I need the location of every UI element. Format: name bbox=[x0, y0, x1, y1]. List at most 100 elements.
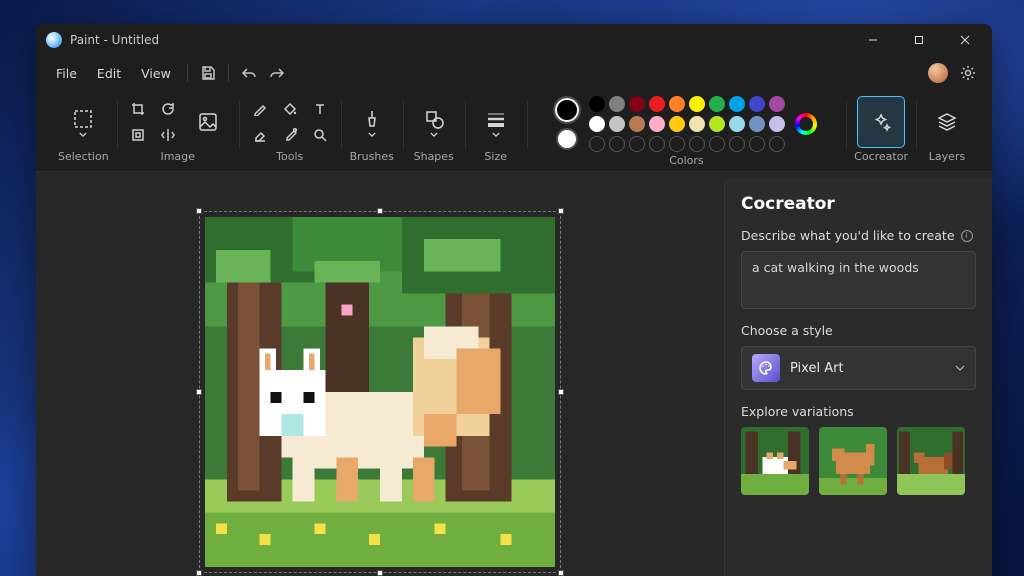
color-swatch[interactable] bbox=[749, 96, 765, 112]
variations-label: Explore variations bbox=[741, 404, 976, 419]
magnifier-tool[interactable] bbox=[307, 124, 333, 146]
resize-handle[interactable] bbox=[196, 389, 202, 395]
color-swatch[interactable] bbox=[769, 116, 785, 132]
layers-button[interactable] bbox=[924, 97, 970, 147]
style-label: Choose a style bbox=[741, 323, 976, 338]
cocreator-panel: Cocreator Describe what you'd like to cr… bbox=[724, 178, 992, 576]
undo-button[interactable] bbox=[235, 59, 263, 87]
custom-color-slot[interactable] bbox=[609, 136, 625, 152]
size-picker[interactable] bbox=[473, 97, 519, 147]
ribbon-shapes: Shapes bbox=[403, 96, 465, 167]
color-swatch[interactable] bbox=[589, 96, 605, 112]
resize-handle[interactable] bbox=[377, 570, 383, 576]
custom-color-slot[interactable] bbox=[729, 136, 745, 152]
ribbon-selection: Selection bbox=[50, 96, 117, 167]
primary-color-swatch[interactable] bbox=[555, 98, 579, 122]
resize-handle[interactable] bbox=[558, 389, 564, 395]
custom-color-slot[interactable] bbox=[749, 136, 765, 152]
fill-tool[interactable] bbox=[277, 98, 303, 120]
variation-thumb[interactable] bbox=[741, 427, 809, 495]
palette-icon bbox=[752, 354, 780, 382]
panel-title: Cocreator bbox=[741, 194, 976, 214]
secondary-color-swatch[interactable] bbox=[556, 128, 578, 150]
style-dropdown[interactable]: Pixel Art bbox=[741, 346, 976, 390]
redo-button[interactable] bbox=[263, 59, 291, 87]
shapes-picker[interactable] bbox=[411, 97, 457, 147]
menu-edit[interactable]: Edit bbox=[87, 62, 131, 85]
crop-button[interactable] bbox=[125, 98, 151, 120]
resize-button[interactable] bbox=[125, 124, 151, 146]
color-swatch[interactable] bbox=[709, 96, 725, 112]
custom-color-slot[interactable] bbox=[669, 136, 685, 152]
variation-thumb[interactable] bbox=[897, 427, 965, 495]
resize-handle[interactable] bbox=[558, 570, 564, 576]
color-swatch[interactable] bbox=[609, 116, 625, 132]
edit-colors-button[interactable] bbox=[795, 113, 817, 135]
custom-color-slot[interactable] bbox=[769, 136, 785, 152]
color-swatch[interactable] bbox=[609, 96, 625, 112]
color-swatch[interactable] bbox=[729, 116, 745, 132]
color-swatch[interactable] bbox=[669, 116, 685, 132]
app-window: Paint - Untitled File Edit View bbox=[36, 24, 992, 576]
description-input[interactable]: a cat walking in the woods bbox=[741, 251, 976, 309]
ribbon-layers: Layers bbox=[916, 96, 978, 167]
custom-color-slot[interactable] bbox=[649, 136, 665, 152]
canvas-area bbox=[36, 172, 724, 576]
paint-app-icon bbox=[46, 32, 62, 48]
resize-handle[interactable] bbox=[196, 208, 202, 214]
resize-handle[interactable] bbox=[196, 570, 202, 576]
canvas[interactable] bbox=[205, 217, 555, 567]
custom-color-slot[interactable] bbox=[689, 136, 705, 152]
divider bbox=[187, 64, 188, 82]
ribbon-tools: Tools bbox=[239, 96, 341, 167]
text-tool[interactable] bbox=[307, 98, 333, 120]
settings-button[interactable] bbox=[954, 59, 982, 87]
resize-handle[interactable] bbox=[558, 208, 564, 214]
color-swatch[interactable] bbox=[689, 116, 705, 132]
color-picker-tool[interactable] bbox=[277, 124, 303, 146]
color-swatch[interactable] bbox=[629, 116, 645, 132]
selection-tool[interactable] bbox=[60, 97, 106, 147]
variation-thumb[interactable] bbox=[819, 427, 887, 495]
menubar: File Edit View bbox=[36, 56, 992, 90]
color-palette bbox=[589, 96, 785, 152]
menu-file[interactable]: File bbox=[46, 62, 87, 85]
menu-view[interactable]: View bbox=[131, 62, 181, 85]
ribbon-brushes: Brushes bbox=[341, 96, 403, 167]
save-button[interactable] bbox=[194, 59, 222, 87]
custom-color-slot[interactable] bbox=[629, 136, 645, 152]
divider bbox=[228, 64, 229, 82]
color-swatch[interactable] bbox=[689, 96, 705, 112]
ribbon-image: Image bbox=[117, 96, 239, 167]
image-ai-button[interactable] bbox=[185, 97, 231, 147]
maximize-button[interactable] bbox=[896, 24, 942, 56]
color-swatch[interactable] bbox=[769, 96, 785, 112]
color-swatch[interactable] bbox=[649, 96, 665, 112]
color-swatch[interactable] bbox=[729, 96, 745, 112]
rotate-button[interactable] bbox=[155, 98, 181, 120]
custom-color-slot[interactable] bbox=[709, 136, 725, 152]
resize-handle[interactable] bbox=[377, 208, 383, 214]
ribbon-cocreator: Cocreator bbox=[846, 96, 916, 167]
minimize-button[interactable] bbox=[850, 24, 896, 56]
describe-label: Describe what you'd like to create i bbox=[741, 228, 976, 243]
eraser-tool[interactable] bbox=[247, 124, 273, 146]
ribbon-colors: Colors bbox=[527, 96, 846, 167]
color-swatch[interactable] bbox=[649, 116, 665, 132]
color-swatch[interactable] bbox=[669, 96, 685, 112]
custom-color-slot[interactable] bbox=[589, 136, 605, 152]
user-avatar[interactable] bbox=[928, 63, 948, 83]
color-swatch[interactable] bbox=[589, 116, 605, 132]
color-swatch[interactable] bbox=[749, 116, 765, 132]
chevron-down-icon bbox=[955, 365, 965, 371]
pencil-tool[interactable] bbox=[247, 98, 273, 120]
ribbon-size: Size bbox=[465, 96, 527, 167]
ribbon: Selection Image bbox=[36, 90, 992, 172]
color-swatch[interactable] bbox=[629, 96, 645, 112]
flip-button[interactable] bbox=[155, 124, 181, 146]
cocreator-button[interactable] bbox=[858, 97, 904, 147]
brush-picker[interactable] bbox=[349, 97, 395, 147]
info-icon[interactable]: i bbox=[961, 230, 973, 242]
color-swatch[interactable] bbox=[709, 116, 725, 132]
close-button[interactable] bbox=[942, 24, 988, 56]
